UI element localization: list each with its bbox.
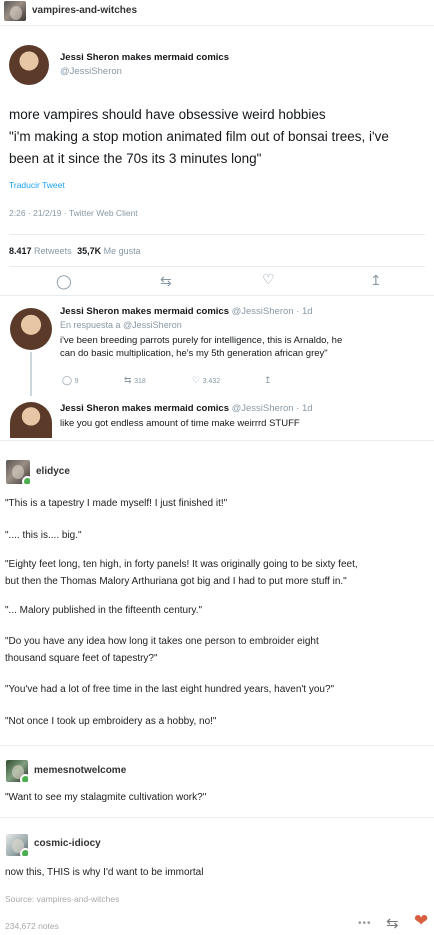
reply2-header: Jessi Sheron makes mermaid comics @Jessi… (60, 403, 313, 414)
tweet-text-line2: "i'm making a stop motion animated film … (9, 129, 389, 144)
reply-icon[interactable]: ◯ (56, 273, 72, 290)
reblog-icon[interactable]: ⇆ (386, 914, 399, 932)
reply1-likes: 3.432 (202, 378, 221, 385)
memesnotwelcome-blog-name[interactable]: memesnotwelcome (34, 765, 126, 776)
tweet-author-handle[interactable]: @JessiSheron (60, 66, 122, 77)
tweet-stats: 8.417 Retweets 35,7K Me gusta (9, 246, 141, 256)
post1-paragraph: thousand square feet of tapestry?" (5, 653, 158, 664)
reply1-retweet-action[interactable]: ⇆ 318 (124, 375, 146, 386)
share-icon: ↥ (264, 375, 272, 385)
reply2-name[interactable]: Jessi Sheron makes mermaid comics (60, 403, 229, 414)
memesnotwelcome-avatar[interactable] (6, 760, 28, 782)
reply1-avatar[interactable] (10, 308, 52, 350)
post1-paragraph: "... Malory published in the fifteenth c… (5, 605, 203, 616)
reply1-name[interactable]: Jessi Sheron makes mermaid comics (60, 306, 229, 317)
notes-count[interactable]: 234,672 notes (5, 921, 59, 931)
reply1-thread-line (30, 352, 32, 396)
divider (0, 440, 434, 441)
translate-link[interactable]: Traducir Tweet (9, 180, 65, 190)
reply2-text: like you got endless amount of time make… (60, 418, 300, 429)
elidyce-avatar[interactable] (6, 460, 30, 484)
follow-badge-icon[interactable] (22, 476, 30, 484)
divider (9, 266, 425, 267)
post1-paragraph: but then the Thomas Malory Arthuriana go… (5, 576, 347, 587)
more-options-icon[interactable]: ••• (358, 918, 372, 929)
source-link[interactable]: Source: vampires-and-witches (5, 894, 119, 904)
tweet-text-line3: been at it since the 70s its 3 minutes l… (9, 151, 262, 166)
header-avatar[interactable] (4, 1, 26, 21)
reply2-avatar[interactable] (10, 402, 52, 438)
cosmic-idiocy-avatar[interactable] (6, 834, 28, 856)
tweet-avatar[interactable] (9, 45, 49, 85)
divider (0, 295, 434, 296)
tweet-text-line1: more vampires should have obsessive weir… (9, 107, 326, 122)
post1-paragraph: "Eighty feet long, ten high, in forty pa… (5, 559, 358, 570)
heart-icon[interactable]: ❤ (414, 911, 428, 931)
post1-paragraph: ".... this is.... big." (5, 530, 82, 541)
reply1-text-line1: i've been breeding parrots purely for in… (60, 335, 343, 346)
like-icon[interactable]: ♡ (262, 271, 275, 288)
cosmic-idiocy-blog-name[interactable]: cosmic-idiocy (34, 838, 101, 849)
likes-label: Me gusta (103, 246, 141, 256)
tweet-author-name[interactable]: Jessi Sheron makes mermaid comics (60, 52, 229, 63)
retweet-icon[interactable]: ⇆ (160, 273, 172, 290)
post1-paragraph: "Not once I took up embroidery as a hobb… (5, 716, 217, 727)
reply1-replies: 9 (74, 378, 79, 385)
retweet-icon: ⇆ (124, 375, 132, 385)
header-blog-name[interactable]: vampires-and-witches (32, 5, 137, 16)
tweet-meta: 2:26 · 21/2/19 · Twitter Web Client (9, 208, 138, 218)
retweets-count[interactable]: 8.417 (9, 246, 32, 256)
reply1-share-action[interactable]: ↥ (264, 375, 272, 386)
divider (9, 234, 425, 235)
reply2-meta: @JessiSheron · 1d (231, 403, 313, 414)
reply1-like-action[interactable]: ♡ 3.432 (192, 375, 220, 386)
reply1-reply-action[interactable]: ◯ 9 (62, 375, 79, 386)
post1-paragraph: "You've had a lot of free time in the la… (5, 684, 335, 695)
reply1-header: Jessi Sheron makes mermaid comics @Jessi… (60, 306, 313, 317)
post1-paragraph: "This is a tapestry I made myself! I jus… (5, 498, 228, 509)
post2-text: "Want to see my stalagmite cultivation w… (5, 792, 207, 803)
likes-count[interactable]: 35,7K (77, 246, 101, 256)
post3-text: now this, THIS is why I'd want to be imm… (5, 867, 204, 878)
reply1-meta: @JessiSheron · 1d (231, 306, 313, 317)
post1-paragraph: "Do you have any idea how long it takes … (5, 636, 319, 647)
reply-icon: ◯ (62, 375, 73, 385)
divider (0, 25, 434, 26)
elidyce-blog-name[interactable]: elidyce (36, 466, 70, 477)
like-icon: ♡ (192, 375, 201, 385)
reply1-retweets: 318 (134, 378, 146, 385)
share-icon[interactable]: ↥ (370, 272, 382, 289)
reply1-text-line2: can do basic multiplication, he's my 5th… (60, 348, 328, 359)
divider (0, 745, 434, 746)
reply1-in-reply[interactable]: En respuesta a @JessiSheron (60, 320, 182, 330)
follow-badge-icon[interactable] (20, 848, 28, 856)
divider (0, 817, 434, 818)
retweets-label: Retweets (34, 246, 72, 256)
follow-badge-icon[interactable] (20, 774, 28, 782)
